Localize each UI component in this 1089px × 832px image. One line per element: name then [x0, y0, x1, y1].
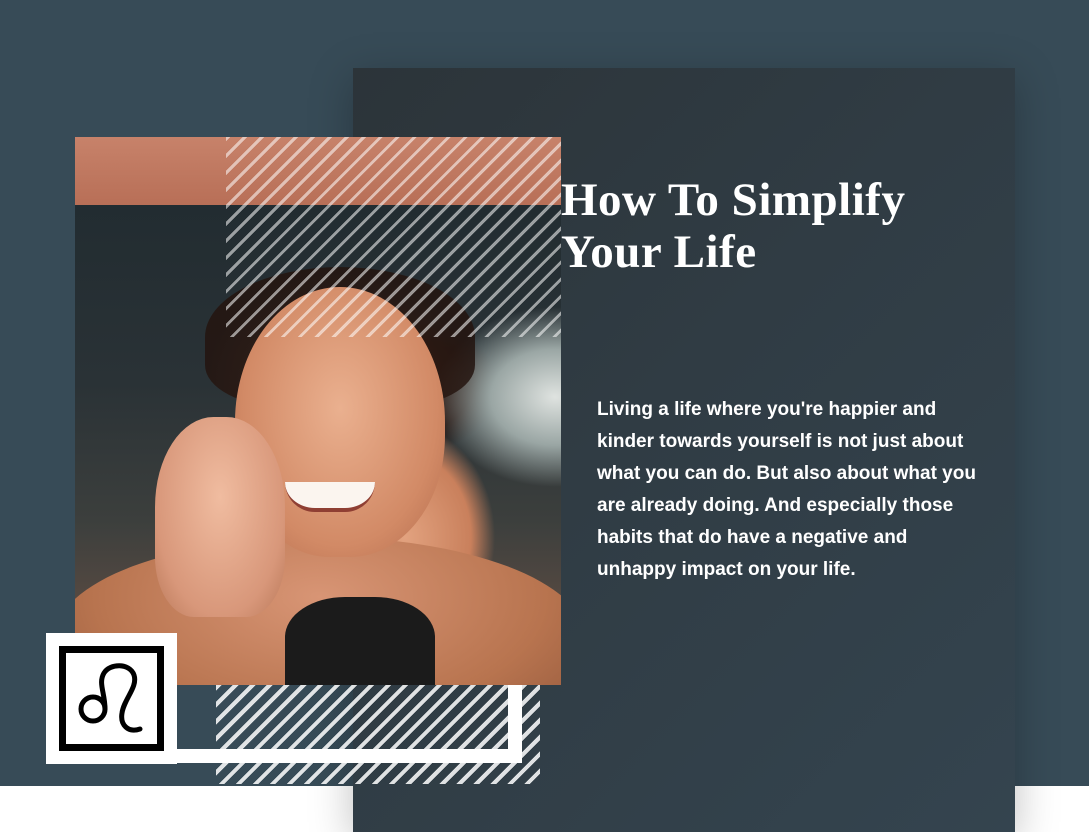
article-body: Living a life where you're happier and k… [597, 399, 976, 580]
article-title: How To Simplify Your Life [561, 174, 906, 278]
logo[interactable] [46, 633, 177, 764]
leo-zodiac-icon [78, 663, 143, 733]
photo-hand [155, 417, 285, 617]
decorative-stripes-bottom [216, 685, 540, 784]
decorative-stripes-top [226, 137, 561, 337]
photo-tank-top [285, 597, 435, 685]
logo-frame [59, 646, 164, 751]
